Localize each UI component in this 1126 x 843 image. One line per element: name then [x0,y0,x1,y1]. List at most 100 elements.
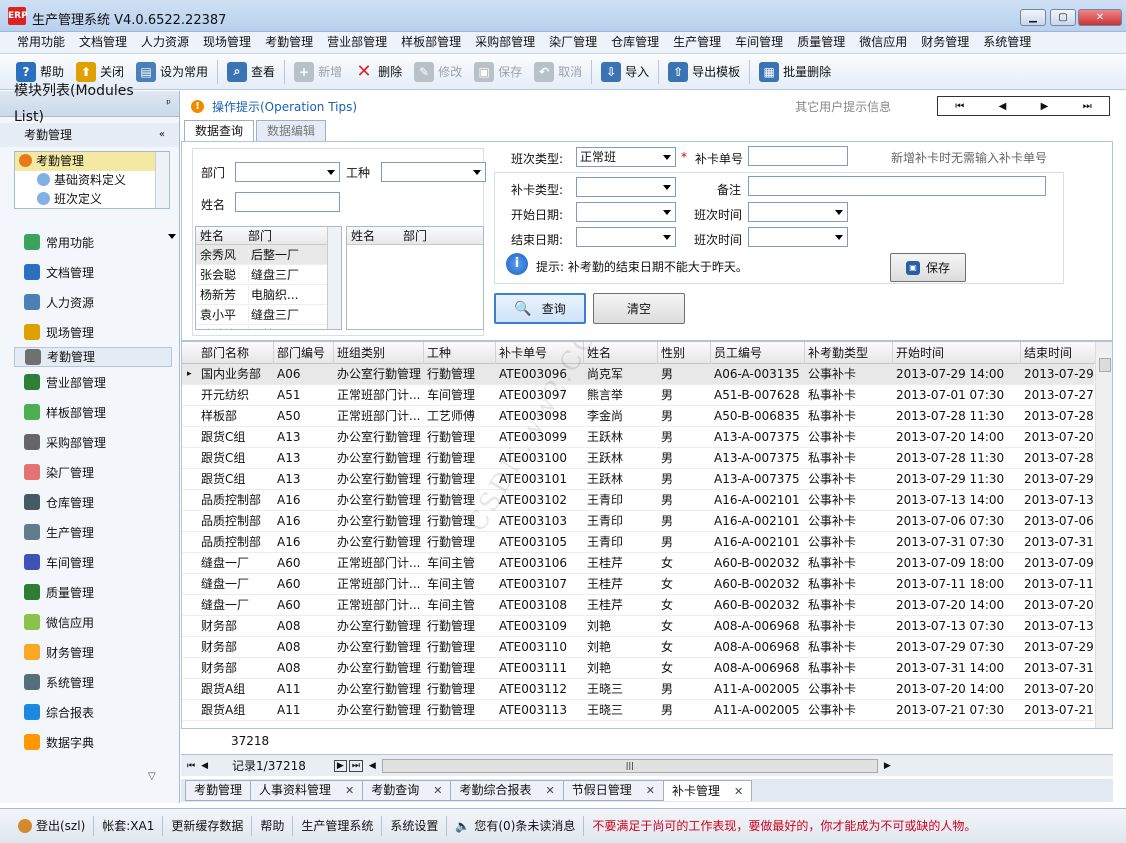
remark-input[interactable] [748,176,1046,196]
name-input[interactable] [235,192,340,212]
grid-vscrollbar[interactable] [1095,342,1112,728]
last-record-icon[interactable]: ⏭ [1083,101,1092,112]
end-date-picker[interactable] [576,227,676,247]
menu-item-8[interactable]: 染厂管理 [542,32,604,53]
hscroll-left-icon[interactable]: ◀ [369,761,376,771]
logout-button[interactable]: 登出(szl) [10,816,95,836]
table-row[interactable]: 样板部 A50 正常班部门计... 工艺师傅 ATE003098 李金尚男 A50-B-00… [182,406,1094,427]
module-item-6[interactable]: 样板部管理 [0,397,180,427]
module-item-3[interactable]: 现场管理 [0,317,180,347]
toolbar-button-8[interactable]: ↶ 取消 [528,57,588,87]
menu-item-0[interactable]: 常用功能 [10,32,72,53]
end-shift-time-select[interactable] [748,227,848,247]
column-header-2[interactable]: 班组类别 [334,342,424,364]
toolbar-button-4[interactable]: + 新增 [288,57,348,87]
close-icon[interactable]: ✕ [546,781,555,800]
messages-link[interactable]: 🔈 您有(0)条未读消息 [447,816,585,836]
system-link[interactable]: 生产管理系统 [293,816,383,836]
refresh-cache-button[interactable]: 更新缓存数据 [163,816,253,836]
module-item-13[interactable]: 微信应用 [0,607,180,637]
doc-tab-2[interactable]: 考勤查询 ✕ [362,780,452,801]
module-item-1[interactable]: 文档管理 [0,257,180,287]
column-header-7[interactable]: 员工编号 [711,342,805,364]
close-icon[interactable]: ✕ [433,781,442,800]
list-item[interactable]: 袁小平 缝盘三厂 [196,305,341,325]
column-header-10[interactable]: 结束时间 [1021,342,1101,364]
table-row[interactable]: 跟货A组 A11 办公室行勤管理 行勤管理 ATE003113 王晓三 男 A11-A-002… [182,700,1094,721]
column-header-3[interactable]: 工种 [424,342,496,364]
close-icon[interactable]: ✕ [646,781,655,800]
doc-tab-5[interactable]: 补卡管理 ✕ [662,780,753,801]
toolbar-button-6[interactable]: ✎ 修改 [408,57,468,87]
column-header-8[interactable]: 补考勤类型 [805,342,893,364]
clear-button[interactable]: 清空 [593,293,685,324]
start-date-picker[interactable] [576,202,676,222]
tree-scrollbar[interactable] [155,152,169,208]
column-header-9[interactable]: 开始时间 [893,342,1021,364]
list-item[interactable]: 魏秋捷眼楼1厂 [196,325,341,329]
module-item-10[interactable]: 生产管理 [0,517,180,547]
last-page-icon[interactable]: ⏭ [348,759,363,772]
tab-edit[interactable]: 数据编辑 [256,120,327,141]
table-row[interactable]: 财务部 A08 办公室行勤管理 行勤管理 ATE003111 刘艳 女 A08-A-00696… [182,658,1094,679]
prev-page-icon[interactable]: ◀ [201,761,208,771]
module-item-0[interactable]: 常用功能 [0,227,180,257]
tree-item-basic[interactable]: 基础资料定义 [15,171,169,190]
module-item-9[interactable]: 仓库管理 [0,487,180,517]
table-row[interactable]: 跟货A组 A11 办公室行勤管理 行勤管理 ATE003112 王晓三 男 A11-A-002… [182,679,1094,700]
list-item[interactable]: 张会聪 缝盘三厂 [196,265,341,285]
module-item-12[interactable]: 质量管理 [0,577,180,607]
table-row[interactable]: 缝盘一厂 A60 正常班部门计... 车间主管 ATE003106 王桂芹 女 A60-B-0… [182,553,1094,574]
module-item-16[interactable]: 综合报表 [0,697,180,727]
list-item[interactable]: 余秀风 后整一厂 [196,245,341,265]
doc-tab-0[interactable]: 考勤管理 [185,780,252,801]
table-row[interactable]: 品质控制部 A16 办公室行勤管理 行勤管理 ATE003102 王青印男 A16-A-00… [182,490,1094,511]
module-item-2[interactable]: 人力资源 [0,287,180,317]
table-row[interactable]: 跟货C组 A13 办公室行勤管理 行勤管理 ATE003099 王跃林男 A13-A-007… [182,427,1094,448]
table-row[interactable]: 缝盘一厂 A60 正常班部门计... 车间主管 ATE003108 王桂芹 女 A60-B-0… [182,595,1094,616]
menu-item-3[interactable]: 现场管理 [196,32,258,53]
next-record-icon[interactable]: ▶ [1041,101,1049,112]
minimize-button[interactable]: ▁ [1020,9,1046,26]
table-row[interactable]: 品质控制部 A16 办公室行勤管理 行勤管理 ATE003103 王青印男 A16-A-00… [182,511,1094,532]
menu-item-15[interactable]: 系统管理 [976,32,1038,53]
save-button[interactable]: ▣ 保存 [890,253,966,282]
menu-item-14[interactable]: 财务管理 [914,32,976,53]
table-row[interactable]: 跟货C组 A13 办公室行勤管理 行勤管理 ATE003101 王跃林男 A13-A-007… [182,469,1094,490]
column-header-0[interactable]: 部门名称 [198,342,274,364]
menu-item-1[interactable]: 文档管理 [72,32,134,53]
module-item-8[interactable]: 染厂管理 [0,457,180,487]
query-button[interactable]: 🔍 查询 [494,293,586,324]
toolbar-button-11[interactable]: ▦ 批量删除 [753,57,837,87]
menu-item-5[interactable]: 营业部管理 [320,32,394,53]
start-shift-time-select[interactable] [748,202,848,222]
module-item-4[interactable]: 考勤管理 [14,347,172,367]
module-item-11[interactable]: 车间管理 [0,547,180,577]
module-item-15[interactable]: 系统管理 [0,667,180,697]
table-row[interactable]: 财务部 A08 办公室行勤管理 行勤管理 ATE003109 刘艳 女 A08-A-00696… [182,616,1094,637]
doc-tab-3[interactable]: 考勤综合报表 ✕ [450,780,564,801]
card-no-input[interactable] [748,146,848,166]
module-item-17[interactable]: 数据字典 [0,727,180,757]
column-header-6[interactable]: 性别 [658,342,711,364]
shift-type-select[interactable]: 正常班 [576,147,676,167]
close-icon[interactable]: ✕ [345,781,354,800]
help-link[interactable]: 帮助 [252,816,294,836]
tree-item-shift[interactable]: 班次定义 [15,190,169,209]
toolbar-button-3[interactable]: ⌕ 查看 [221,57,281,87]
work-type-select[interactable] [381,162,486,182]
table-row[interactable]: 财务部 A08 办公室行勤管理 行勤管理 ATE003110 刘艳 女 A08-A-00696… [182,637,1094,658]
doc-tab-4[interactable]: 节假日管理 ✕ [562,780,664,801]
tree-item-attendance[interactable]: 考勤管理 [15,152,155,171]
grid-hscrollbar[interactable]: ||| [381,758,878,773]
table-row[interactable]: 跟货C组 A13 办公室行勤管理 行勤管理 ATE003100 王跃林男 A13-A-007… [182,448,1094,469]
menu-item-10[interactable]: 生产管理 [666,32,728,53]
table-row[interactable]: 开元纺织 A51 正常班部门计... 车间管理 ATE003097 熊言举男 A51-B-0… [182,385,1094,406]
menu-item-9[interactable]: 仓库管理 [604,32,666,53]
close-window-button[interactable]: ✕ [1078,9,1122,26]
module-item-5[interactable]: 营业部管理 [0,367,180,397]
column-header-1[interactable]: 部门编号 [274,342,334,364]
menu-item-12[interactable]: 质量管理 [790,32,852,53]
menu-item-7[interactable]: 采购部管理 [468,32,542,53]
menu-item-13[interactable]: 微信应用 [852,32,914,53]
